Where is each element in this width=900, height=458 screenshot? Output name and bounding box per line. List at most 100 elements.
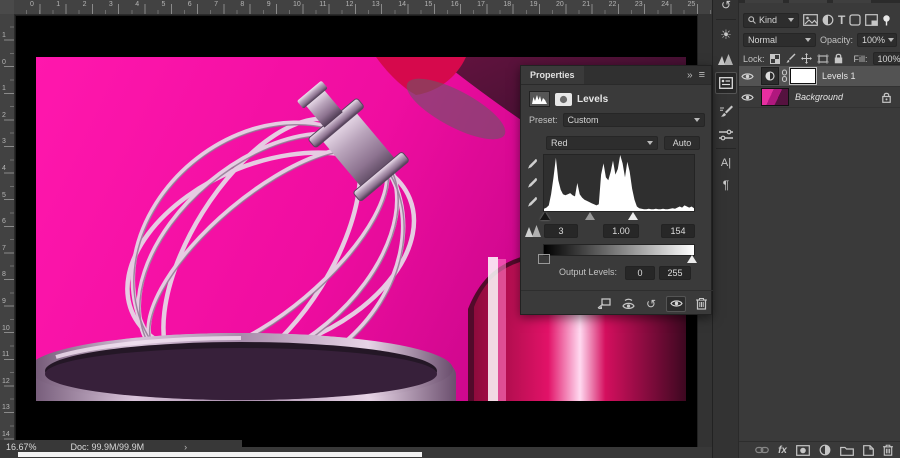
paragraph-panel-icon[interactable]: ¶ bbox=[715, 174, 737, 196]
blend-mode-dropdown[interactable]: Normal bbox=[743, 33, 816, 47]
input-slider-black[interactable] bbox=[540, 212, 550, 220]
histogram-panel-icon[interactable] bbox=[715, 48, 737, 70]
preset-value: Custom bbox=[568, 115, 691, 125]
adjustment-layer-thumbnail[interactable] bbox=[761, 67, 779, 85]
white-point-eyedropper-icon[interactable] bbox=[526, 196, 538, 208]
ruler-top: 0123456789101112131415161718192021222324… bbox=[14, 0, 712, 15]
properties-panel: Properties » ≡ Levels Preset: Custom bbox=[520, 65, 712, 315]
mask-icon bbox=[555, 93, 572, 106]
input-white-field[interactable]: 154 bbox=[661, 224, 695, 238]
panel-title: Levels bbox=[577, 94, 608, 105]
auto-label: Auto bbox=[673, 138, 692, 148]
input-slider-white[interactable] bbox=[628, 212, 638, 220]
input-slider-mid[interactable] bbox=[585, 212, 595, 220]
layers-panel: Kind T Normal bbox=[738, 0, 900, 458]
tab-properties[interactable]: Properties bbox=[521, 66, 584, 84]
delete-adjustment-icon[interactable] bbox=[696, 297, 707, 310]
fill-value: 100% bbox=[878, 54, 900, 64]
filter-type-layers-icon[interactable]: T bbox=[838, 13, 845, 27]
history-panel-icon[interactable]: ↺ bbox=[715, 0, 737, 16]
filter-kind-dropdown[interactable]: Kind bbox=[743, 13, 799, 28]
layers-bottom-bar: fx bbox=[739, 441, 900, 458]
opacity-label: Opacity: bbox=[820, 35, 853, 45]
filter-shape-layers-icon[interactable] bbox=[849, 14, 861, 26]
lock-position-icon[interactable] bbox=[801, 53, 812, 64]
photoshop-window: 0123456789101112131415161718192021222324… bbox=[0, 0, 900, 458]
fill-label: Fill: bbox=[854, 54, 868, 64]
histogram-shape bbox=[544, 155, 694, 211]
filter-smart-objects-icon[interactable] bbox=[865, 14, 878, 26]
link-layers-icon[interactable] bbox=[755, 446, 769, 454]
chevron-down-icon bbox=[788, 18, 794, 22]
layer-row-levels[interactable]: Levels 1 bbox=[739, 66, 900, 87]
channel-dropdown[interactable]: Red bbox=[546, 136, 658, 150]
filter-pixel-layers-icon[interactable] bbox=[803, 14, 818, 26]
output-black-field[interactable]: 0 bbox=[625, 266, 655, 280]
panel-menu-icon[interactable]: ≡ bbox=[697, 69, 711, 81]
output-white-field[interactable]: 255 bbox=[659, 266, 691, 280]
filter-toggle-icon[interactable] bbox=[882, 15, 891, 26]
layer-thumbnail[interactable] bbox=[761, 88, 789, 106]
chevron-down-icon bbox=[694, 118, 700, 122]
background-lock-icon[interactable] bbox=[882, 92, 891, 103]
fill-field[interactable]: 100% bbox=[873, 52, 900, 65]
levels-mountains-icon bbox=[525, 224, 542, 237]
tool-presets-panel-icon[interactable] bbox=[715, 124, 737, 146]
panel-dock: ↺ ☀ A| ¶ bbox=[712, 0, 740, 458]
lock-all-icon[interactable] bbox=[834, 53, 843, 64]
lock-pixels-icon[interactable] bbox=[785, 53, 796, 64]
layer-mask-thumbnail[interactable] bbox=[790, 68, 816, 84]
doc-size: Doc: 99.9M/99.9M bbox=[71, 442, 145, 452]
levels-histogram-icon bbox=[529, 91, 550, 107]
view-previous-state-icon[interactable] bbox=[621, 298, 636, 310]
properties-header: Properties » ≡ bbox=[521, 66, 711, 85]
new-adjustment-layer-icon[interactable] bbox=[819, 444, 831, 456]
auto-button[interactable]: Auto bbox=[664, 136, 700, 150]
output-slider-white[interactable] bbox=[687, 255, 697, 263]
adjustments-panel-icon[interactable]: ☀ bbox=[715, 24, 737, 46]
layer-name[interactable]: Levels 1 bbox=[822, 71, 856, 81]
output-slider-track bbox=[543, 255, 693, 264]
lock-label: Lock: bbox=[743, 54, 765, 64]
lock-artboard-icon[interactable] bbox=[817, 54, 829, 64]
filter-adjustment-layers-icon[interactable] bbox=[822, 14, 834, 26]
filter-kind-value: Kind bbox=[759, 15, 785, 25]
visibility-eye-icon[interactable] bbox=[739, 93, 755, 102]
layers-tab-strip[interactable] bbox=[739, 0, 900, 3]
lock-transparency-icon[interactable] bbox=[770, 54, 780, 64]
preset-label: Preset: bbox=[529, 115, 558, 125]
brush-settings-panel-icon[interactable] bbox=[715, 100, 737, 122]
mask-link-icon[interactable] bbox=[781, 69, 788, 83]
layer-style-fx-icon[interactable]: fx bbox=[778, 445, 787, 456]
channel-value: Red bbox=[551, 138, 644, 148]
output-slider-black[interactable] bbox=[539, 255, 549, 263]
input-black-field[interactable]: 3 bbox=[544, 224, 578, 238]
layer-name[interactable]: Background bbox=[795, 92, 843, 102]
new-group-folder-icon[interactable] bbox=[840, 445, 854, 456]
delete-layer-icon[interactable] bbox=[883, 444, 893, 456]
character-panel-icon[interactable]: A| bbox=[715, 152, 737, 174]
properties-panel-icon[interactable] bbox=[715, 72, 737, 94]
zoom-level[interactable]: 16.67% bbox=[6, 442, 37, 452]
clip-to-layer-icon[interactable] bbox=[597, 298, 611, 310]
collapse-panel-icon[interactable]: » bbox=[683, 70, 697, 81]
layer-row-background[interactable]: Background bbox=[739, 87, 900, 108]
ruler-left: 101234567891011121314 bbox=[0, 14, 15, 447]
reset-adjustment-icon[interactable]: ↺ bbox=[646, 298, 656, 310]
input-slider-track bbox=[543, 212, 693, 221]
new-layer-icon[interactable] bbox=[863, 445, 874, 456]
toggle-visibility-icon[interactable] bbox=[666, 296, 686, 312]
taskbar-sliver bbox=[18, 452, 422, 457]
gray-point-eyedropper-icon[interactable] bbox=[526, 177, 538, 189]
chevron-down-icon bbox=[647, 141, 653, 145]
opacity-field[interactable]: 100% bbox=[857, 33, 897, 47]
status-chevron[interactable]: › bbox=[184, 442, 187, 452]
preset-dropdown[interactable]: Custom bbox=[563, 113, 705, 127]
opacity-value: 100% bbox=[862, 35, 885, 45]
black-point-eyedropper-icon[interactable] bbox=[526, 158, 538, 170]
input-gamma-field[interactable]: 1.00 bbox=[603, 224, 639, 238]
output-levels-label: Output Levels: bbox=[559, 267, 617, 277]
visibility-eye-icon[interactable] bbox=[739, 72, 755, 81]
levels-histogram bbox=[543, 154, 695, 212]
add-mask-icon[interactable] bbox=[796, 445, 810, 456]
